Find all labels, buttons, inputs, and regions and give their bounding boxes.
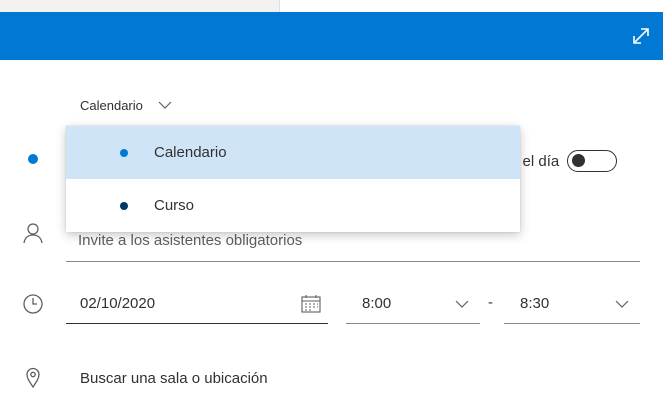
- start-date-value: 02/10/2020: [80, 295, 156, 312]
- dropdown-item-label: Calendario: [154, 144, 227, 161]
- toggle-knob: [572, 154, 586, 167]
- calendar-color-dot: [120, 201, 128, 210]
- chevron-down-icon: [615, 300, 629, 308]
- calendar-color-dot: [120, 148, 128, 157]
- person-icon: [23, 223, 43, 244]
- form-header: [0, 12, 663, 60]
- calendar-selector-label: Calendario: [80, 97, 143, 113]
- dropdown-item-label: Curso: [154, 197, 195, 214]
- calendar-color-dot: [28, 154, 38, 164]
- calendar-icon[interactable]: [300, 294, 322, 314]
- dropdown-item-calendario[interactable]: Calendario: [66, 126, 520, 179]
- time-separator: -: [488, 294, 493, 311]
- calendar-selector[interactable]: Calendario: [80, 94, 173, 116]
- tab-edge: [0, 0, 280, 12]
- all-day-row: o el día: [510, 150, 618, 172]
- start-time-dropdown[interactable]: 8:00: [346, 284, 480, 324]
- end-time-value: 8:30: [520, 295, 550, 312]
- chevron-down-icon: [158, 101, 172, 109]
- location-input[interactable]: [66, 362, 640, 394]
- start-date-field[interactable]: 02/10/2020: [66, 284, 328, 324]
- clock-icon: [23, 294, 43, 314]
- dropdown-item-curso[interactable]: Curso: [66, 179, 520, 232]
- end-time-dropdown[interactable]: 8:30: [504, 284, 640, 324]
- chevron-down-icon: [455, 300, 469, 308]
- expand-icon[interactable]: [629, 24, 653, 48]
- all-day-toggle[interactable]: [567, 150, 618, 172]
- location-pin-icon: [26, 367, 40, 388]
- top-strip: [0, 0, 663, 12]
- start-time-value: 8:00: [362, 295, 392, 312]
- calendar-dropdown-menu: Calendario Curso: [66, 126, 520, 232]
